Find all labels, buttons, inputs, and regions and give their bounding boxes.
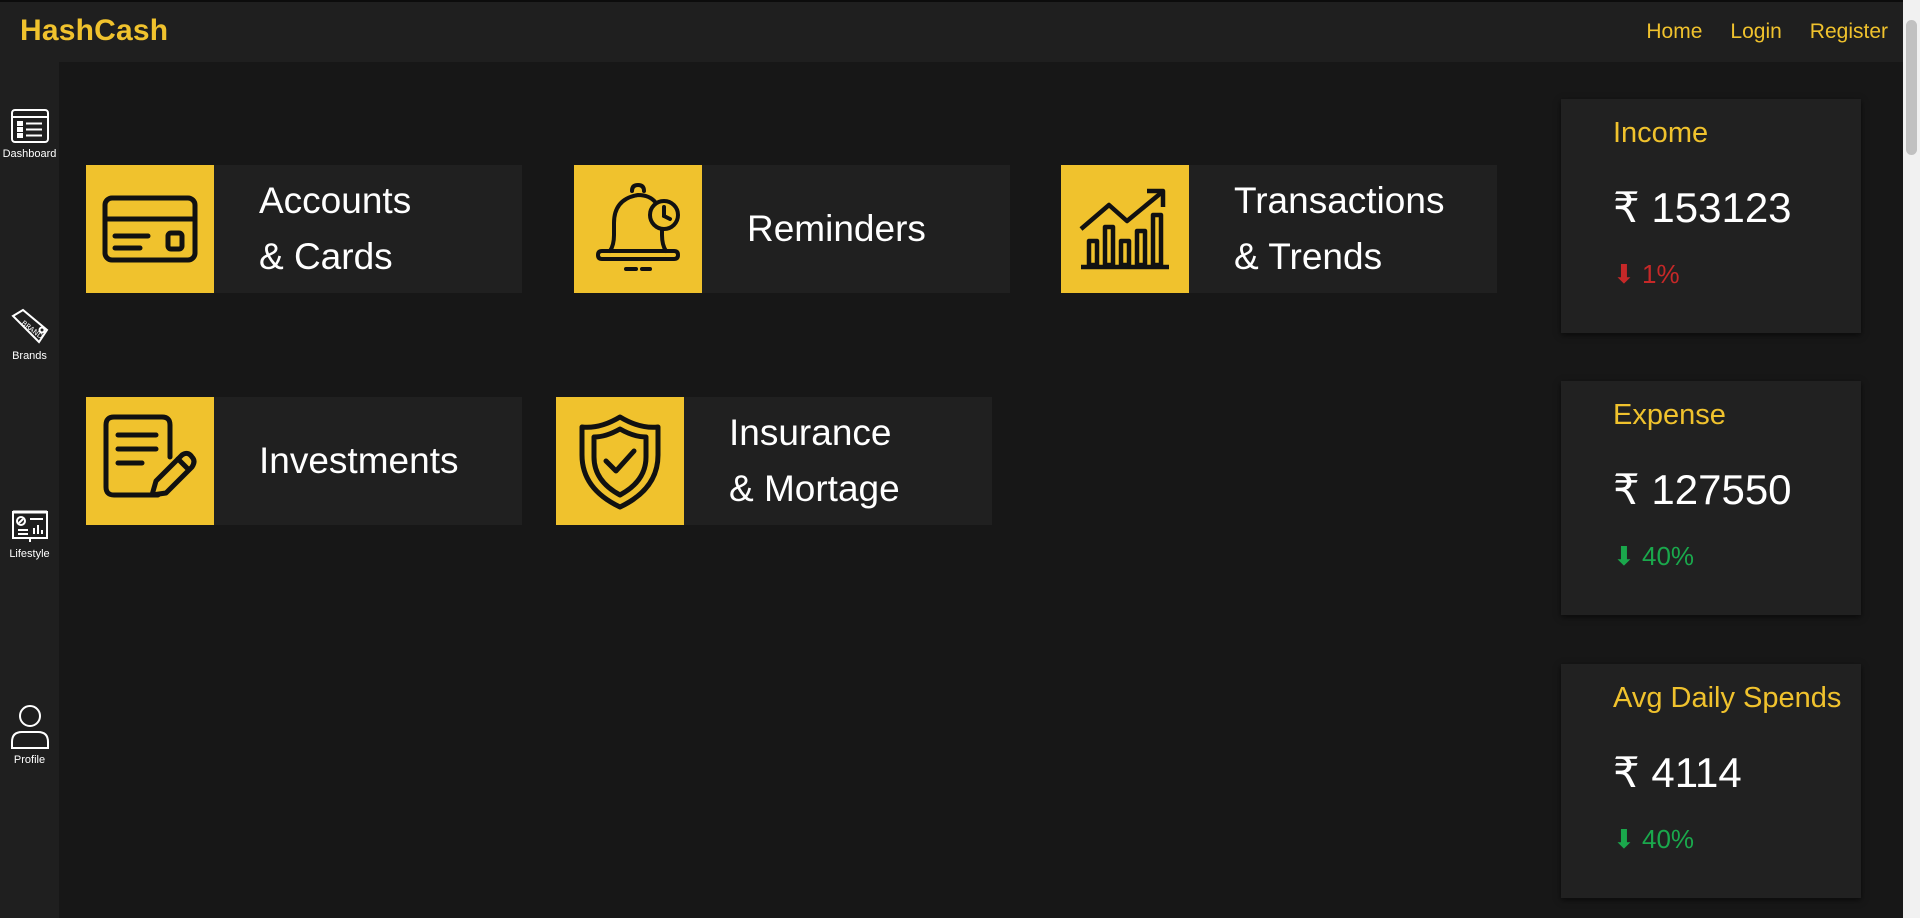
stat-value: ₹ 153123 [1613,184,1792,231]
stat-title: Expense [1613,399,1726,431]
sidebar: Dashboard BRAND Brands Lifestyle Profile [0,62,59,918]
stat-change: ⬇ 1% [1613,259,1680,289]
sidebar-label-lifestyle: Lifestyle [9,548,50,560]
tile-label-line1: Transactions [1234,180,1445,221]
stat-title: Avg Daily Spends [1613,682,1842,714]
sidebar-label-dashboard: Dashboard [2,148,57,160]
sidebar-item-lifestyle[interactable]: Lifestyle [0,508,59,560]
stat-card-income: Income ₹ 153123 ⬇ 1% [1561,99,1861,333]
nav-home-link[interactable]: Home [1646,20,1702,44]
tile-label-line2: & Trends [1234,236,1383,277]
tile-insurance-mortage[interactable]: Insurance & Mortage [556,397,992,525]
stat-value: ₹ 4114 [1613,749,1742,796]
stat-card-avg-daily-spends: Avg Daily Spends ₹ 4114 ⬇ 40% [1561,664,1861,898]
tile-label-line1: Accounts [259,180,412,221]
tile-transactions-trends[interactable]: Transactions & Trends [1061,165,1497,293]
brand-tag-icon: BRAND [0,306,59,346]
page-scrollbar[interactable] [1903,0,1920,918]
dashboard-list-icon [0,108,59,144]
nav-login-link[interactable]: Login [1730,20,1781,44]
nav-register-link[interactable]: Register [1810,20,1888,44]
tile-label-line1: Investments [259,440,459,481]
sidebar-item-brands[interactable]: BRAND Brands [0,306,59,362]
tile-label-line2: & Cards [259,236,393,277]
user-icon [0,704,59,750]
stat-change: ⬇ 40% [1613,824,1695,854]
svg-text:BRAND: BRAND [19,319,43,341]
sidebar-item-dashboard[interactable]: Dashboard [0,108,59,160]
tile-accounts-cards[interactable]: Accounts & Cards [86,165,522,293]
lifestyle-board-icon [0,508,59,544]
tile-investments[interactable]: Investments [86,397,522,525]
brand-logo[interactable]: HashCash [20,14,168,48]
tile-label-line1: Reminders [747,208,926,249]
sidebar-item-profile[interactable]: Profile [0,704,59,766]
stat-title: Income [1613,117,1709,149]
scrollbar-thumb[interactable] [1906,20,1917,155]
stat-value: ₹ 127550 [1613,466,1792,513]
sidebar-label-brands: Brands [12,350,47,362]
top-nav-links: Home Login Register [1646,20,1888,44]
stat-change: ⬇ 40% [1613,541,1695,571]
tile-reminders[interactable]: Reminders [574,165,1010,293]
tile-label-line2: & Mortage [729,468,900,509]
top-navbar: HashCash Home Login Register [0,0,1920,62]
sidebar-label-profile: Profile [13,754,46,766]
tile-label-line1: Insurance [729,412,892,453]
stat-card-expense: Expense ₹ 127550 ⬇ 40% [1561,381,1861,615]
